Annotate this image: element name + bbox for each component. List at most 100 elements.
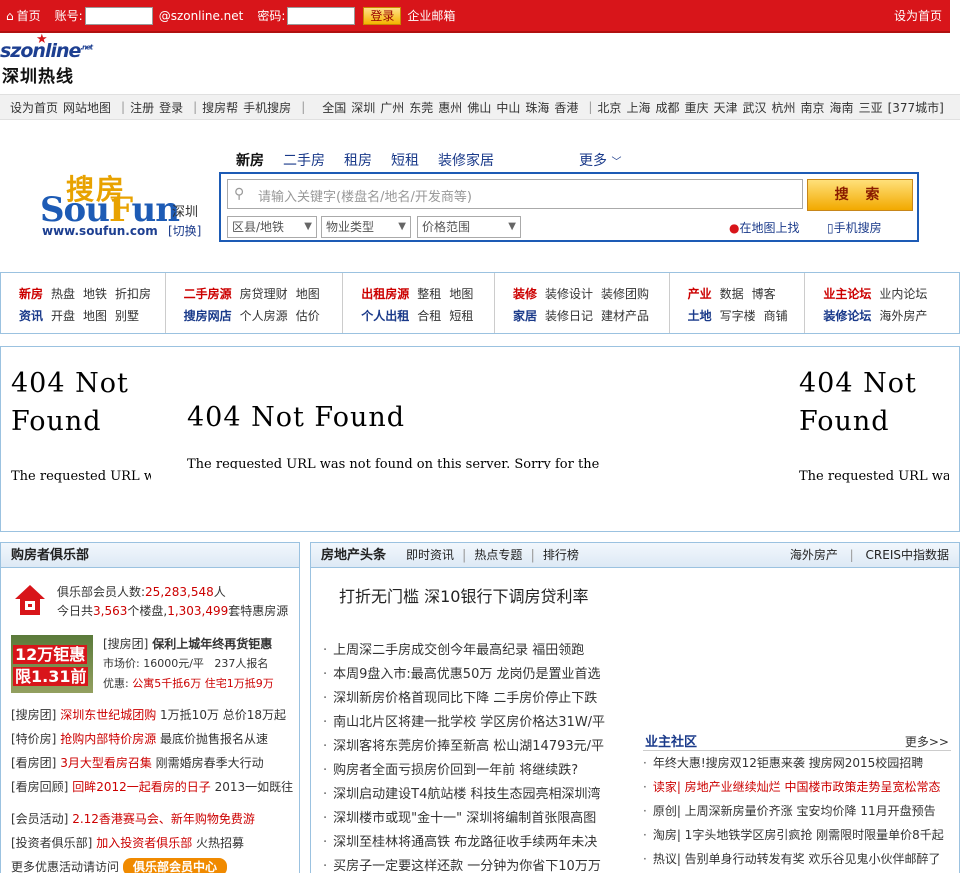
soufun-logo[interactable]: 搜房 SouFun www.soufun.com bbox=[40, 168, 180, 238]
news-item[interactable]: 本周9盘入市:最高优惠50万 龙岗仍是置业首选 bbox=[323, 663, 623, 687]
home-link[interactable]: ⌂ 首页 bbox=[6, 7, 41, 24]
channel-link[interactable]: 海外房产 bbox=[879, 305, 927, 327]
community-item[interactable]: 年终大惠!搜房双12钜惠来袭 搜房网2015校园招聘 bbox=[643, 751, 951, 775]
channel-link[interactable]: 合租 bbox=[417, 305, 441, 327]
club-list-item[interactable]: [看房回顾] 回眸2012一起看房的日子 2013一如既往 bbox=[11, 775, 299, 799]
nav-tool[interactable]: 手机搜房 bbox=[243, 99, 291, 116]
city-link[interactable]: 武汉 bbox=[743, 99, 767, 116]
news-item[interactable]: 购房者全面亏损房价回到一年前 将继续跌? bbox=[323, 759, 623, 783]
city-link[interactable]: 佛山 bbox=[467, 99, 491, 116]
club-item-link[interactable]: 2.12香港赛马会、新年购物免费游 bbox=[72, 812, 255, 826]
tab-instant-news[interactable]: 即时资讯 bbox=[406, 543, 454, 568]
channel-link[interactable]: 二手房源 bbox=[184, 283, 232, 305]
club-list-item[interactable]: [搜房团] 深圳东世纪城团购 1万抵10万 总价18万起 bbox=[11, 703, 299, 727]
nav-account[interactable]: 注册 bbox=[130, 99, 154, 116]
city-link[interactable]: 惠州 bbox=[438, 99, 462, 116]
news-item[interactable]: 南山北片区将建一批学校 学区房价格达31W/平 bbox=[323, 711, 623, 735]
search-tab[interactable]: 新房 bbox=[236, 150, 264, 170]
channel-link[interactable]: 地图 bbox=[83, 305, 107, 327]
community-more-link[interactable]: 更多>> bbox=[905, 733, 949, 750]
club-item-link[interactable]: 3月大型看房召集 bbox=[60, 756, 152, 770]
search-tab[interactable]: 短租 bbox=[391, 150, 419, 170]
property-type-select[interactable]: 物业类型 ▼ bbox=[321, 216, 411, 238]
channel-link[interactable]: 出租房源 bbox=[361, 283, 409, 305]
channel-link[interactable]: 个人出租 bbox=[361, 305, 409, 327]
map-search-link[interactable]: ●在地图上找 bbox=[729, 219, 800, 236]
club-item-link[interactable]: 加入投资者俱乐部 bbox=[96, 836, 192, 850]
channel-link[interactable]: 搜房网店 bbox=[184, 305, 232, 327]
community-item[interactable]: 淘房| 1字头地铁学区房引疯抢 刚需限时限量单价8千起 bbox=[643, 823, 951, 847]
club-list-item[interactable]: [会员活动] 2.12香港赛马会、新年购物免费游 bbox=[11, 807, 299, 831]
channel-link[interactable]: 数据 bbox=[720, 283, 744, 305]
overseas-property-link[interactable]: 海外房产 bbox=[790, 548, 838, 562]
club-item-link[interactable]: 深圳东世纪城团购 bbox=[60, 708, 156, 722]
city-link[interactable]: 香港 bbox=[554, 99, 578, 116]
city-link[interactable]: 北京 bbox=[597, 99, 621, 116]
news-item[interactable]: 深圳至桂林将通高铁 布龙路征收手续两年未决 bbox=[323, 831, 623, 855]
channel-link[interactable]: 折扣房 bbox=[115, 283, 151, 305]
club-list-item[interactable]: [特价房] 抢购内部特价房源 最底价抛售报名从速 bbox=[11, 727, 299, 751]
channel-link[interactable]: 个人房源 bbox=[240, 305, 288, 327]
switch-city-link[interactable]: [切换] bbox=[168, 222, 201, 239]
channel-link[interactable]: 装修论坛 bbox=[823, 305, 871, 327]
channel-link[interactable]: 装修团购 bbox=[601, 283, 649, 305]
city-link[interactable]: 上海 bbox=[626, 99, 650, 116]
keyword-input[interactable]: ⚲ 请输入关键字(楼盘名/地名/开发商等) bbox=[227, 179, 803, 209]
city-link[interactable]: 三亚 bbox=[859, 99, 883, 116]
news-item[interactable]: 买房子一定要这样还款 一分钟为你省下10万万 bbox=[323, 855, 623, 873]
news-item[interactable]: 深圳启动建设T4航站楼 科技生态园亮相深圳湾 bbox=[323, 783, 623, 807]
channel-link[interactable]: 别墅 bbox=[115, 305, 139, 327]
top-headline[interactable]: 打折无门槛 深10银行下调房贷利率 bbox=[339, 583, 588, 607]
club-list-item[interactable]: [投资者俱乐部] 加入投资者俱乐部 火热招募 bbox=[11, 831, 299, 855]
tab-rankings[interactable]: 排行榜 bbox=[543, 543, 579, 568]
search-tab[interactable]: 租房 bbox=[344, 150, 372, 170]
community-item[interactable]: 热议| 告别单身行动转发有奖 欢乐谷见鬼小伙伴邮醉了 bbox=[643, 847, 951, 871]
city-link[interactable]: 广州 bbox=[380, 99, 404, 116]
city-link[interactable]: 成都 bbox=[655, 99, 679, 116]
channel-link[interactable]: 开盘 bbox=[51, 305, 75, 327]
city-link[interactable]: 深圳 bbox=[351, 99, 375, 116]
club-center-button[interactable]: 俱乐部会员中心 bbox=[123, 858, 228, 873]
community-item[interactable]: 读家| 房地产业继续灿烂 中国楼市政策走势呈宽松常态 bbox=[643, 775, 951, 799]
channel-link[interactable]: 建材产品 bbox=[601, 305, 649, 327]
city-link[interactable]: 重庆 bbox=[684, 99, 708, 116]
channel-link[interactable]: 热盘 bbox=[51, 283, 75, 305]
price-range-select[interactable]: 价格范围 ▼ bbox=[417, 216, 521, 238]
channel-link[interactable]: 业主论坛 bbox=[823, 283, 871, 305]
featured-deal[interactable]: 12万钜惠 限1.31前 [搜房团] 保利上城年终再货钜惠 市场价: 16000… bbox=[11, 635, 295, 695]
district-select[interactable]: 区县/地铁 ▼ bbox=[227, 216, 317, 238]
news-item[interactable]: 上周深二手房成交创今年最高纪录 福田领跑 bbox=[323, 639, 623, 663]
search-more-tab[interactable]: 更多 ﹀ bbox=[579, 150, 621, 170]
nav-link[interactable]: 网站地图 bbox=[63, 99, 111, 116]
city-link[interactable]: 中山 bbox=[496, 99, 520, 116]
city-link[interactable]: 全国 bbox=[322, 99, 346, 116]
search-button[interactable]: 搜 索 bbox=[807, 179, 913, 211]
community-item[interactable]: 原创| 上周深新房量价齐涨 宝安均价降 11月开盘预告 bbox=[643, 799, 951, 823]
channel-link[interactable]: 商铺 bbox=[764, 305, 788, 327]
city-link[interactable]: 东莞 bbox=[409, 99, 433, 116]
channel-link[interactable]: 博客 bbox=[752, 283, 776, 305]
account-input[interactable] bbox=[84, 6, 153, 25]
channel-link[interactable]: 房贷理财 bbox=[240, 283, 288, 305]
mobile-search-link[interactable]: ▯手机搜房 bbox=[827, 219, 882, 236]
szonline-logo[interactable]: ★ szonline.net 深圳热线 bbox=[0, 32, 100, 87]
channel-link[interactable]: 写字楼 bbox=[720, 305, 756, 327]
news-item[interactable]: 深圳客将东莞房价捧至新高 松山湖14793元/平 bbox=[323, 735, 623, 759]
nav-link[interactable]: 设为首页 bbox=[10, 99, 58, 116]
channel-link[interactable]: 家居 bbox=[513, 305, 537, 327]
news-item[interactable]: 深圳楼市或现"金十一" 深圳将编制首张限高图 bbox=[323, 807, 623, 831]
channel-link[interactable]: 整租 bbox=[417, 283, 441, 305]
channel-link[interactable]: 业内论坛 bbox=[879, 283, 927, 305]
city-link[interactable]: 南京 bbox=[801, 99, 825, 116]
channel-link[interactable]: 土地 bbox=[688, 305, 712, 327]
search-tab[interactable]: 二手房 bbox=[283, 150, 325, 170]
club-item-link[interactable]: 抢购内部特价房源 bbox=[60, 732, 156, 746]
channel-link[interactable]: 新房 bbox=[19, 283, 43, 305]
channel-link[interactable]: 地铁 bbox=[83, 283, 107, 305]
enterprise-mail-link[interactable]: 企业邮箱 bbox=[407, 7, 455, 24]
channel-link[interactable]: 地图 bbox=[449, 283, 473, 305]
channel-link[interactable]: 资讯 bbox=[19, 305, 43, 327]
channel-link[interactable]: 估价 bbox=[296, 305, 320, 327]
set-homepage-link[interactable]: 设为首页 bbox=[894, 7, 942, 24]
channel-link[interactable]: 短租 bbox=[449, 305, 473, 327]
